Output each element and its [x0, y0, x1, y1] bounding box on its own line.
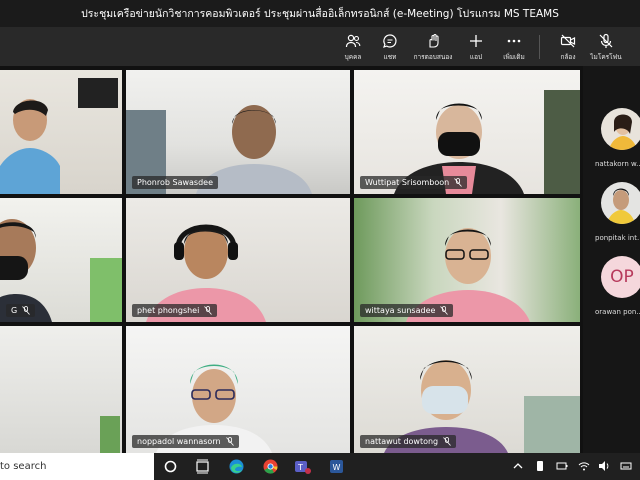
avatar-photo	[609, 114, 637, 150]
participant-name: phet phongshei	[137, 306, 200, 315]
usb-device-icon[interactable]	[534, 460, 546, 472]
video-tile[interactable]	[0, 70, 122, 194]
chat-icon	[383, 34, 397, 48]
camera-label: กล้อง	[560, 53, 576, 61]
apps-button[interactable]: แอป	[456, 31, 496, 63]
muted-mic-icon	[225, 437, 234, 446]
participant-video	[0, 99, 60, 194]
participant-name: Phonrob Sawasdee	[137, 178, 214, 187]
taskbar: to search T W	[0, 453, 640, 480]
participant-video	[384, 360, 508, 453]
volume-icon[interactable]	[598, 460, 610, 472]
reaction-hand-icon	[429, 33, 439, 48]
participant-name: G	[11, 306, 18, 315]
sidebar-participant-name: orawan pon...	[595, 308, 640, 316]
more-button[interactable]: เพิ่มเติม	[494, 31, 534, 63]
participant-name: nattawut dowtong	[365, 437, 439, 446]
sidebar-participant-name: nattakorn w...	[595, 160, 640, 168]
meeting-toolbar: บุคคล แชท การตอบสนอง แอป เพิ่มเติม กล้อง…	[0, 27, 640, 66]
cortana-icon[interactable]	[162, 458, 179, 475]
people-label: บุคคล	[344, 53, 362, 61]
camera-button[interactable]: กล้อง	[548, 31, 588, 63]
chevron-up-icon[interactable]	[512, 460, 524, 472]
toolbar-divider	[539, 35, 540, 59]
avatar[interactable]	[601, 108, 640, 150]
reactions-label: การตอบสนอง	[413, 53, 453, 61]
window-title: ประชุมเครือข่ายนักวิชาการคอมพิวเตอร์ ประ…	[0, 0, 640, 27]
apps-label: แอป	[469, 53, 483, 61]
chrome-browser-icon[interactable]	[262, 458, 279, 475]
camera-off-icon	[560, 34, 576, 48]
word-app-icon[interactable]: W	[328, 458, 345, 475]
participant-name-tag: G	[6, 304, 36, 317]
participant-name: wittaya sunsadee	[365, 306, 436, 315]
chat-button[interactable]: แชท	[370, 31, 410, 63]
participant-name-tag: nattawut dowtong	[360, 435, 457, 448]
video-tile[interactable]: noppadol wannasorn	[126, 326, 350, 453]
muted-mic-icon	[22, 306, 31, 315]
video-tile[interactable]: nattawut dowtong	[354, 326, 580, 453]
sidebar-participant-name: ponpitak int...	[595, 234, 640, 242]
video-tile[interactable]: phet phongshei	[126, 198, 350, 322]
plus-icon	[470, 35, 482, 47]
participant-name: Wuttipat Srisomboon	[365, 178, 450, 187]
participant-name-tag: Phonrob Sawasdee	[132, 176, 219, 189]
more-dots-icon	[507, 39, 521, 43]
chat-label: แชท	[383, 53, 397, 61]
video-grid: Phonrob Sawasdee Wuttipat Srisomboon G p…	[0, 66, 583, 453]
taskbar-search-box[interactable]: to search	[0, 453, 154, 480]
video-tile[interactable]: G	[0, 198, 122, 322]
plant-area	[100, 416, 120, 453]
microphone-label: ไมโครโฟน	[590, 53, 622, 61]
participant-name-tag: Wuttipat Srisomboon	[360, 176, 468, 189]
battery-icon[interactable]	[556, 460, 568, 472]
participant-video	[156, 364, 272, 453]
participant-name-tag: phet phongshei	[132, 304, 218, 317]
people-icon	[345, 34, 361, 48]
keyboard-icon[interactable]	[620, 460, 632, 472]
muted-mic-icon	[204, 306, 213, 315]
mic-off-icon	[599, 33, 613, 48]
teams-app-icon[interactable]: T	[294, 458, 311, 475]
participant-name: noppadol wannasorn	[137, 437, 221, 446]
more-label: เพิ่มเติม	[503, 53, 525, 61]
task-view-icon[interactable]	[194, 458, 211, 475]
wifi-icon[interactable]	[578, 460, 590, 472]
reactions-button[interactable]: การตอบสนอง	[413, 31, 453, 63]
video-tile[interactable]: Phonrob Sawasdee	[126, 70, 350, 194]
avatar[interactable]	[601, 182, 640, 224]
microphone-button[interactable]: ไมโครโฟน	[586, 31, 626, 63]
muted-mic-icon	[454, 178, 463, 187]
video-tile[interactable]	[0, 326, 122, 453]
participant-name-tag: wittaya sunsadee	[360, 304, 454, 317]
taskbar-search-text: to search	[0, 461, 47, 472]
video-tile[interactable]: Wuttipat Srisomboon	[354, 70, 580, 194]
participant-name-tag: noppadol wannasorn	[132, 435, 239, 448]
avatar-initials[interactable]: OP	[601, 256, 640, 298]
avatar-photo	[607, 188, 635, 224]
edge-browser-icon[interactable]	[228, 458, 245, 475]
muted-mic-icon	[443, 437, 451, 446]
muted-mic-icon	[440, 306, 449, 315]
svg-text:T: T	[297, 463, 303, 472]
people-button[interactable]: บุคคล	[333, 31, 373, 63]
participant-sidebar: nattakorn w... ponpitak int... OP orawan…	[583, 66, 640, 453]
video-tile[interactable]: wittaya sunsadee	[354, 198, 580, 322]
svg-text:W: W	[333, 463, 341, 472]
